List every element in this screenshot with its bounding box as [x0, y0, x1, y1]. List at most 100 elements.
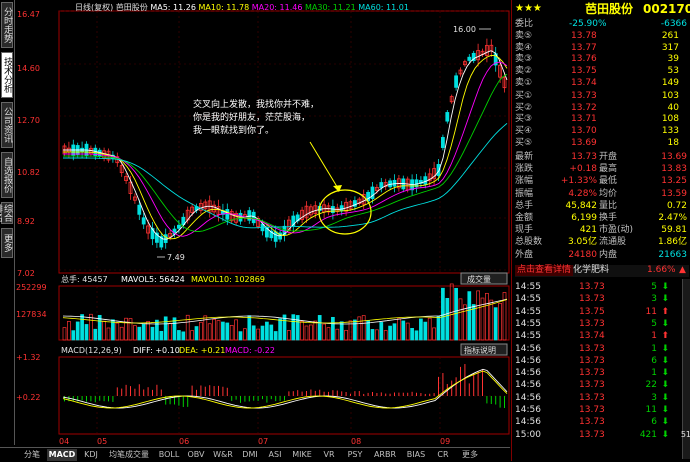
tick-row: 14:55 13.73 5 ⬇ [515, 318, 669, 329]
ma-legend: 日线(复权) 芭田股份 MA5: 11.26 MA10: 11.78 MA20:… [75, 2, 409, 13]
down-arrow-icon: ⬇ [661, 380, 669, 391]
ma30-label: MA30: 11.21 [305, 3, 356, 12]
month-label: 08 [351, 437, 361, 446]
month-label: 05 [97, 437, 107, 446]
buy-row[interactable]: 买② 13.72 40 [515, 103, 689, 114]
sell-row[interactable]: 卖② 13.75 53 [515, 66, 689, 77]
annotation-line-3: 我一眼就找到你了。 [193, 124, 274, 136]
vol-mavol5: MAVOL5: 56424 [121, 275, 185, 284]
tab-watchlist[interactable]: 自选报价 [1, 152, 13, 198]
indicator-tab[interactable]: VR [318, 449, 340, 461]
annotation-line-2: 你是我的好朋友，茫茫股海， [193, 111, 310, 123]
indicator-tab[interactable]: PSY [343, 449, 367, 461]
price-tick: 12.70 [17, 116, 40, 125]
stat-row: 总股数 3.05亿 流通股 1.86亿 [515, 237, 687, 248]
stat-row: 现手 421 市盈(动) 59.81 [515, 225, 687, 236]
month-label: 09 [440, 437, 450, 446]
macd-label: MACD(12,26,9) [61, 346, 122, 355]
indicator-tab[interactable]: MIKE [289, 449, 315, 461]
tab-ranking[interactable]: 综合排名 [0, 202, 13, 224]
down-arrow-icon: ⬇ [661, 318, 669, 329]
indicator-tab[interactable]: MACD [47, 449, 77, 461]
sell-row[interactable]: 卖① 13.74 149 [515, 78, 689, 89]
down-arrow-icon: ⬇ [661, 392, 669, 403]
tab-intraday[interactable]: 分时走势 [1, 2, 13, 48]
indicator-tab[interactable]: 均笔成交量 [105, 449, 153, 461]
vol-mavol10: MAVOL10: 102869 [191, 275, 265, 284]
stat-row: 外盘 24180 内盘 21663 [515, 249, 687, 260]
sector-up-icon: ▲ [679, 265, 686, 275]
svg-text:成交量: 成交量 [467, 274, 491, 284]
indicator-tab[interactable]: 分笔 [20, 449, 44, 461]
vol-tick: 252299 [16, 283, 47, 292]
down-arrow-icon: ⬇ [661, 282, 669, 292]
indicator-tab[interactable]: ARBR [370, 449, 400, 461]
buy-row[interactable]: 买① 13.73 103 [515, 91, 689, 102]
ma60-label: MA60: 11.01 [358, 3, 409, 12]
period-label[interactable]: 日线(复权) [75, 3, 113, 12]
tab-company-news[interactable]: 公司资讯 [1, 102, 13, 148]
stat-row: 涨跌 +0.18 最高 13.83 [515, 164, 687, 175]
price-tick: 7.02 [17, 269, 35, 278]
buy-row[interactable]: 买④ 13.70 133 [515, 126, 689, 137]
quote-header: ★★★ 芭田股份 002170 [515, 2, 690, 16]
sell-row[interactable]: 卖⑤ 13.78 261 [515, 31, 689, 42]
rating-stars: ★★★ [515, 3, 542, 14]
stat-row: 总手 45,842 量比 0.72 [515, 200, 687, 211]
tick-row: 14:55 13.75 11 ⬆ [515, 306, 669, 317]
tick-row: 14:55 13.74 1 ⬆ [515, 331, 669, 342]
tick-row: 14:55 13.73 3 ⬇ [515, 294, 669, 305]
chart-area: 16.47 14.60 12.70 10.82 8.92 7.02 16.00 … [15, 0, 510, 446]
sector-label: 化学肥料 [573, 265, 610, 275]
tab-technical[interactable]: 技术分析 [1, 52, 13, 98]
indicator-tab[interactable]: 更多 [457, 449, 483, 461]
price-tick: 14.60 [17, 64, 40, 73]
indicator-tab[interactable]: OBV [185, 449, 207, 461]
buy-row[interactable]: 买⑤ 13.69 18 [515, 138, 689, 149]
tab-more[interactable]: 更多 [1, 228, 13, 258]
indicator-tab-bar: 分笔 MACD KDJ 均笔成交量 BOLL OBV W&R DMI ASI MIKE VR PSY A… [0, 447, 510, 462]
stock-title: 芭田股份 [585, 2, 634, 16]
macd-diff: DIFF: +0.10 [133, 346, 180, 355]
macd-tick: +0.22 [16, 393, 41, 402]
kline-chart[interactable]: 16.47 14.60 12.70 10.82 8.92 7.02 16.00 … [15, 0, 510, 446]
tick-row: 14:55 13.73 5 ⬇ [515, 282, 669, 292]
month-label: 06 [179, 437, 189, 446]
indicator-tab[interactable]: BIAS [403, 449, 429, 461]
indicator-tab[interactable]: DMI [239, 449, 261, 461]
quote-panel: ★★★ 芭田股份 002170 委比 -25.90% -6366 卖⑤ 13.78… [511, 0, 690, 461]
macd-tick: +1.32 [16, 353, 41, 362]
indicator-tab[interactable]: CR [432, 449, 454, 461]
tick-row: 15:00 13.73 421 ⬇ [515, 429, 669, 440]
left-tab-bar: 分时走势 技术分析 公司资讯 自选报价 综合排名 更多 [0, 0, 15, 445]
indicator-tab[interactable]: KDJ [80, 449, 102, 461]
indicator-tab[interactable]: ASI [264, 449, 286, 461]
tick-row: 14:56 13.73 3 ⬇ [515, 392, 669, 403]
sell-row[interactable]: 卖③ 13.76 39 [515, 54, 689, 65]
tick-count: 51 [680, 430, 690, 439]
buy-row[interactable]: 买③ 13.71 108 [515, 114, 689, 125]
month-label: 07 [258, 437, 268, 446]
month-label: 04 [59, 437, 69, 446]
macd-dea: DEA: +0.21 [179, 346, 225, 355]
low-mark: 7.49 [167, 253, 185, 262]
info-bar: 点击查看详情 化学肥料 1.66% ▲ [515, 265, 689, 277]
up-arrow-icon: ⬆ [661, 306, 669, 317]
down-arrow-icon: ⬇ [661, 429, 669, 440]
down-arrow-icon: ⬇ [661, 405, 669, 415]
price-tick: 8.92 [17, 217, 35, 226]
annotation-line-1: 交叉向上发散，我找你并不难， [193, 98, 319, 110]
indicator-tab[interactable]: W&R [210, 449, 236, 461]
ma5-label: MA5: 11.26 [150, 3, 196, 12]
details-link[interactable]: 点击查看详情 [515, 265, 574, 276]
macd-value: MACD: -0.22 [225, 346, 275, 355]
tick-row: 14:56 13.73 1 ⬇ [515, 368, 669, 379]
up-arrow-icon: ⬆ [661, 331, 669, 342]
weibi-row: 委比 -25.90% -6366 [515, 19, 687, 29]
sell-row[interactable]: 卖④ 13.77 317 [515, 43, 689, 54]
svg-text:指标说明: 指标说明 [464, 345, 496, 355]
indicator-tab[interactable]: BOLL [156, 449, 182, 461]
ma10-label: MA10: 11.78 [198, 3, 250, 12]
tick-row: 14:56 13.73 22 ⬇ [515, 380, 669, 391]
tick-row: 14:56 13.73 6 ⬇ [515, 417, 669, 428]
